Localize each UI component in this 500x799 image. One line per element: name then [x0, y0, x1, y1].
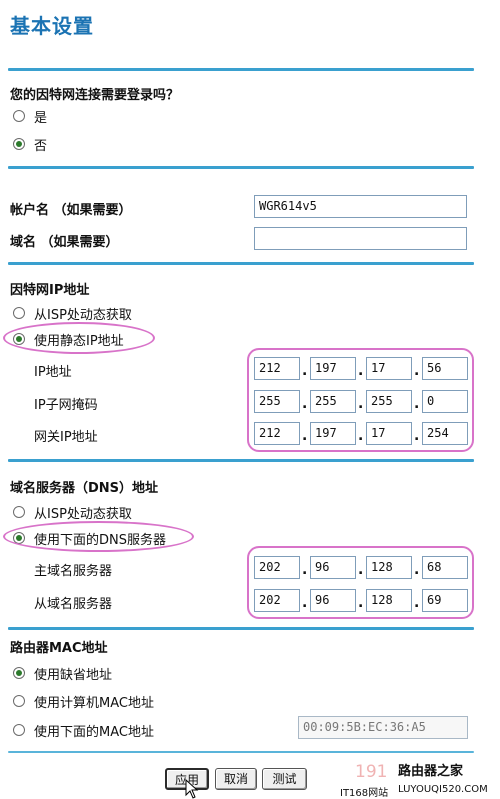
login-yes-label: 是 [34, 111, 48, 126]
divider [8, 751, 474, 753]
login-no-radio[interactable] [13, 138, 25, 150]
octet-separator: . [358, 428, 364, 444]
mac-manual-radio[interactable] [13, 724, 25, 736]
login-question: 您的因特网连接需要登录吗？ [10, 88, 180, 103]
watermark-faint-number: 191 [355, 762, 388, 782]
octet-separator: . [414, 363, 420, 379]
login-yes-radio[interactable] [13, 110, 25, 122]
ip-static-radio[interactable] [13, 333, 25, 345]
ip-static-label: 使用静态IP地址 [34, 334, 124, 349]
watermark-url: LUYOUQI520.COM [398, 784, 488, 795]
mac-computer-label: 使用计算机MAC地址 [34, 696, 154, 711]
primary-dns-octet[interactable]: 68 [422, 556, 468, 579]
test-button[interactable]: 测试 [262, 768, 307, 790]
ip-address-octet[interactable]: 197 [310, 357, 356, 380]
divider [8, 627, 474, 630]
octet-separator: . [414, 595, 420, 611]
octet-separator: . [358, 363, 364, 379]
primary-dns-octet[interactable]: 96 [310, 556, 356, 579]
watermark-site: IT168网站 [340, 788, 389, 799]
octet-separator: . [302, 396, 308, 412]
divider [8, 166, 474, 169]
secondary-dns-octet[interactable]: 69 [422, 589, 468, 612]
subnet-mask-octet[interactable]: 255 [366, 390, 412, 413]
gateway-ip-label: 网关IP地址 [34, 430, 98, 445]
secondary-dns-label: 从域名服务器 [34, 597, 113, 612]
mac-default-label: 使用缺省地址 [34, 668, 113, 683]
mac-heading: 路由器MAC地址 [10, 641, 108, 656]
gateway-ip-octet[interactable]: 17 [366, 422, 412, 445]
mac-address-input[interactable]: 00:09:5B:EC:36:A5 [298, 716, 468, 739]
ip-address-octet[interactable]: 56 [422, 357, 468, 380]
subnet-mask-octet[interactable]: 255 [310, 390, 356, 413]
mac-manual-label: 使用下面的MAC地址 [34, 725, 154, 740]
dns-manual-label: 使用下面的DNS服务器 [34, 533, 166, 548]
dns-heading: 域名服务器（DNS）地址 [10, 481, 159, 496]
cancel-button[interactable]: 取消 [215, 768, 257, 790]
ip-dynamic-radio[interactable] [13, 307, 25, 319]
octet-separator: . [358, 396, 364, 412]
primary-dns-label: 主域名服务器 [34, 564, 113, 579]
page-title: 基本设置 [10, 14, 94, 38]
octet-separator: . [358, 595, 364, 611]
mac-computer-radio[interactable] [13, 695, 25, 707]
watermark-brand: 路由器之家 [398, 764, 464, 779]
octet-separator: . [302, 428, 308, 444]
ip-dynamic-label: 从ISP处动态获取 [34, 308, 132, 323]
ip-address-label: IP地址 [34, 365, 72, 380]
ip-address-octet[interactable]: 212 [254, 357, 300, 380]
dns-manual-radio[interactable] [13, 532, 25, 544]
domain-name-input[interactable] [254, 227, 467, 250]
gateway-ip-octet[interactable]: 212 [254, 422, 300, 445]
primary-dns-octet[interactable]: 128 [366, 556, 412, 579]
octet-separator: . [302, 562, 308, 578]
subnet-mask-octet[interactable]: 0 [422, 390, 468, 413]
octet-separator: . [414, 396, 420, 412]
octet-separator: . [302, 595, 308, 611]
ip-address-octet[interactable]: 17 [366, 357, 412, 380]
gateway-ip-octet[interactable]: 197 [310, 422, 356, 445]
login-no-label: 否 [34, 139, 48, 154]
dns-dynamic-label: 从ISP处动态获取 [34, 507, 132, 522]
secondary-dns-octet[interactable]: 96 [310, 589, 356, 612]
divider [8, 262, 474, 265]
secondary-dns-octet[interactable]: 202 [254, 589, 300, 612]
divider [8, 68, 474, 71]
gateway-ip-octet[interactable]: 254 [422, 422, 468, 445]
octet-separator: . [414, 428, 420, 444]
divider [8, 459, 474, 462]
octet-separator: . [414, 562, 420, 578]
account-name-label: 帐户名 （如果需要） [10, 203, 132, 218]
primary-dns-octet[interactable]: 202 [254, 556, 300, 579]
subnet-mask-label: IP子网掩码 [34, 398, 98, 413]
domain-name-label: 域名 （如果需要） [10, 235, 119, 250]
subnet-mask-octet[interactable]: 255 [254, 390, 300, 413]
mouse-cursor-icon [185, 779, 199, 799]
mac-default-radio[interactable] [13, 667, 25, 679]
dns-dynamic-radio[interactable] [13, 506, 25, 518]
secondary-dns-octet[interactable]: 128 [366, 589, 412, 612]
octet-separator: . [302, 363, 308, 379]
octet-separator: . [358, 562, 364, 578]
internet-ip-heading: 因特网IP地址 [10, 283, 90, 298]
account-name-input[interactable]: WGR614v5 [254, 195, 467, 218]
